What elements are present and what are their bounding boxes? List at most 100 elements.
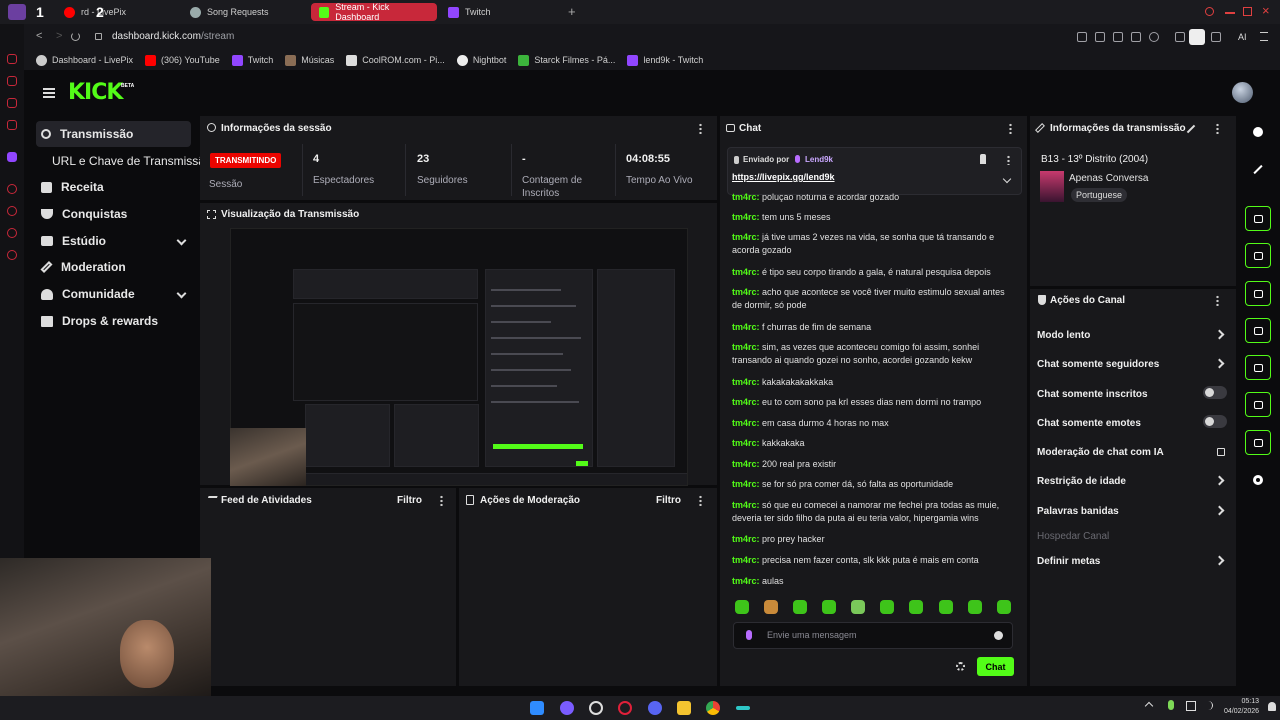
chat-username[interactable]: tm4rc: (732, 418, 760, 428)
channel-actions-more-icon[interactable] (1216, 295, 1219, 306)
chat-message[interactable]: tm4rc: precisa nem fazer conta, slk kkk … (732, 554, 1017, 567)
emote-icon[interactable] (968, 600, 982, 614)
chat-send-button[interactable]: Chat (977, 657, 1014, 676)
stream-info-more-icon[interactable] (1216, 123, 1219, 134)
taskbar-clock[interactable]: 05:13 04/02/2026 (1224, 697, 1259, 717)
emotes-only-toggle[interactable] (1203, 415, 1227, 428)
opera-icon[interactable] (618, 701, 632, 715)
chat-message[interactable]: tm4rc: se for só pra comer dá, só falta … (732, 478, 1017, 491)
bookmark-item[interactable]: Dashboard - LivePix (36, 54, 133, 66)
chat-message[interactable]: tm4rc: já tive umas 2 vezes na vida, se … (732, 231, 1017, 257)
chat-username[interactable]: tm4rc: (732, 192, 760, 202)
chat-username[interactable]: tm4rc: (732, 212, 760, 222)
notification-icon[interactable] (1268, 702, 1276, 711)
chat-message[interactable]: tm4rc: f churras de fim de semana (732, 321, 1017, 334)
sidebar-item-drops[interactable]: Drops & rewards (36, 308, 191, 334)
info-icon[interactable] (1253, 127, 1263, 137)
profile-square-icon[interactable] (1189, 29, 1205, 45)
chat-username[interactable]: tm4rc: (732, 459, 760, 469)
back-icon[interactable]: < (36, 30, 42, 42)
app-icon[interactable] (736, 706, 750, 710)
rail-icon-6[interactable] (7, 184, 17, 194)
bookmark-item[interactable]: (306) YouTube (145, 54, 220, 66)
bookmark-item[interactable]: Starck Filmes - Pá... (518, 54, 615, 66)
activity-more-icon[interactable] (440, 495, 443, 506)
chat-message[interactable]: tm4rc: sim, as vezes que aconteceu comig… (732, 341, 1017, 367)
chat-username[interactable]: tm4rc: (732, 322, 760, 332)
rail-icon-2[interactable] (7, 76, 17, 86)
chat-username[interactable]: tm4rc: (732, 267, 760, 277)
chat-more-icon[interactable] (1009, 123, 1012, 134)
tray-volume-icon[interactable] (1204, 701, 1213, 710)
rail-icon-7[interactable] (7, 206, 17, 216)
chat-message[interactable]: tm4rc: tem uns 5 meses (732, 211, 1017, 224)
action-age-restriction[interactable]: Restrição de idade (1037, 475, 1227, 487)
discord-icon[interactable] (648, 701, 662, 715)
maximize-icon[interactable] (1243, 7, 1252, 16)
tab-livepix[interactable]: rd - LivePix (56, 3, 176, 21)
session-more-icon[interactable] (699, 123, 702, 134)
chat-message[interactable]: tm4rc: acho que acontece se você tiver m… (732, 286, 1017, 312)
puzzle-icon[interactable] (1175, 32, 1185, 42)
mod-more-icon[interactable] (699, 495, 702, 506)
mod-filter-button[interactable]: Filtro (656, 495, 681, 506)
emote-icon[interactable] (939, 600, 953, 614)
browser-logo-icon[interactable] (8, 4, 26, 20)
sidebar-item-estudio[interactable]: Estúdio (36, 228, 191, 254)
chat-username[interactable]: tm4rc: (732, 342, 760, 352)
tool-broadcast-button[interactable] (1245, 355, 1271, 380)
share-icon[interactable] (1253, 475, 1263, 485)
app-icon[interactable] (589, 701, 603, 715)
tray-mic-icon[interactable] (1168, 700, 1174, 710)
emote-icon[interactable] (822, 600, 836, 614)
chat-message[interactable]: tm4rc: aulas (732, 575, 1017, 588)
minimize-icon[interactable] (1225, 12, 1235, 14)
start-icon[interactable] (530, 701, 544, 715)
chat-message[interactable]: tm4rc: 200 real pra existir (732, 458, 1017, 471)
emote-icon[interactable] (880, 600, 894, 614)
chat-username[interactable]: tm4rc: (732, 534, 760, 544)
sidebar-item-url-chave[interactable]: URL e Chave de Transmissão (52, 148, 212, 174)
search-tabs-icon[interactable] (1205, 7, 1214, 16)
chat-message[interactable]: tm4rc: poluçao noturna e acordar gozado (732, 191, 1017, 204)
emote-icon[interactable] (851, 600, 865, 614)
tab-kick-dashboard[interactable]: Stream - Kick Dashboard (311, 2, 437, 22)
action-slow-mode[interactable]: Modo lento (1037, 329, 1227, 341)
pinned-more-icon[interactable] (1007, 155, 1010, 165)
action-followers-only[interactable]: Chat somente seguidores (1037, 358, 1227, 370)
new-tab-button[interactable]: + (568, 4, 576, 19)
pinned-chevron-down-icon[interactable] (1002, 174, 1012, 184)
tray-network-icon[interactable] (1186, 701, 1196, 711)
pinned-link[interactable]: https://livepix.gg/lend9k (732, 172, 835, 182)
chat-username[interactable]: tm4rc: (732, 377, 760, 387)
forward-icon[interactable]: > (56, 30, 62, 42)
chat-message[interactable]: tm4rc: em casa durmo 4 horas no max (732, 417, 1017, 430)
kick-logo[interactable]: KICK (68, 80, 123, 105)
pinned-user[interactable]: Lend9k (805, 155, 833, 164)
chat-username[interactable]: tm4rc: (732, 555, 760, 565)
chat-username[interactable]: tm4rc: (732, 479, 760, 489)
tool-wrench-button[interactable] (1245, 430, 1271, 455)
action-set-goals[interactable]: Definir metas (1037, 555, 1227, 567)
chat-message[interactable]: tm4rc: kakakakakakkaka (732, 376, 1017, 389)
fullscreen-icon[interactable] (207, 210, 216, 219)
chat-message[interactable]: tm4rc: só que eu comecei a namorar me fe… (732, 499, 1017, 525)
emote-icon[interactable] (909, 600, 923, 614)
emote-icon[interactable] (997, 600, 1011, 614)
sidebar-item-transmissao[interactable]: Transmissão (36, 121, 191, 147)
emoji-icon[interactable] (994, 631, 1003, 640)
chat-username[interactable]: tm4rc: (732, 438, 760, 448)
sidebar-item-receita[interactable]: Receita (36, 174, 191, 200)
emote-icon[interactable] (735, 600, 749, 614)
avatar[interactable] (1232, 82, 1253, 103)
rail-icon-1[interactable] (7, 54, 17, 64)
browser-menu-icon[interactable] (1260, 32, 1268, 41)
tool-lightning-button[interactable] (1245, 243, 1271, 268)
chat-username[interactable]: tm4rc: (732, 576, 760, 586)
bookmark-item[interactable]: Músicas (285, 54, 334, 66)
rail-icon-8[interactable] (7, 228, 17, 238)
play-icon[interactable] (1131, 32, 1141, 42)
category-thumbnail[interactable] (1040, 171, 1064, 202)
url-field[interactable]: dashboard.kick.com/stream (112, 31, 234, 42)
emote-icon[interactable] (793, 600, 807, 614)
